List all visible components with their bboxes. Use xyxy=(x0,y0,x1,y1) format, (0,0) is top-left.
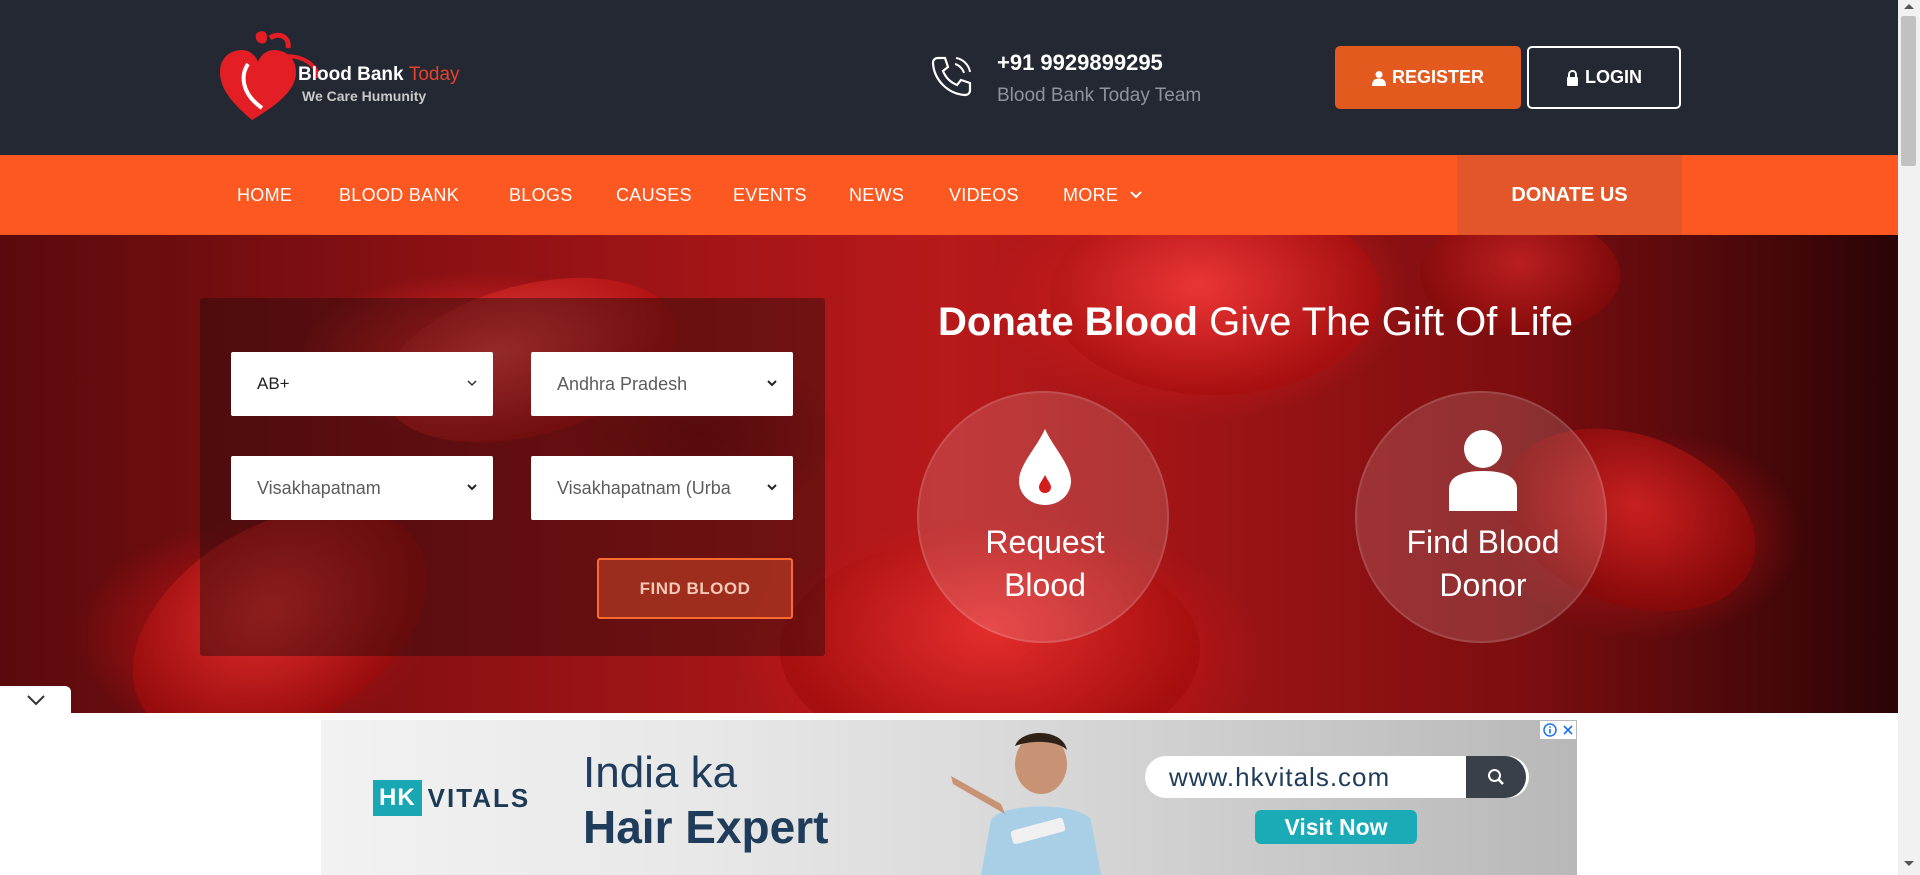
blood-drop-icon xyxy=(1019,429,1071,505)
find-donor-button[interactable]: Find Blood Donor xyxy=(1355,391,1607,643)
chevron-down-icon xyxy=(26,694,45,705)
ad-banner[interactable]: HK VITALS India ka Hair Expert www.hkvit… xyxy=(321,720,1577,875)
scroll-up-arrow-icon[interactable] xyxy=(1903,2,1915,10)
find-blood-button[interactable]: FIND BLOOD xyxy=(597,558,793,619)
nav-videos[interactable]: VIDEOS xyxy=(949,155,1019,235)
ad-visit-button[interactable]: Visit Now xyxy=(1255,810,1417,844)
hero-title: Donate Blood Give The Gift Of Life xyxy=(938,300,1573,344)
chevron-down-icon xyxy=(467,380,477,387)
ad-choices[interactable] xyxy=(1540,721,1576,739)
phone-icon xyxy=(930,54,974,98)
login-button[interactable]: LOGIN xyxy=(1527,46,1681,109)
info-icon[interactable] xyxy=(1542,723,1557,737)
chevron-down-icon xyxy=(1130,191,1142,199)
scrollbar-thumb[interactable] xyxy=(1901,16,1916,166)
nav-home[interactable]: HOME xyxy=(237,155,292,235)
nav-news[interactable]: NEWS xyxy=(849,155,904,235)
ad-search-button[interactable] xyxy=(1466,756,1526,798)
state-select[interactable]: Andhra Pradesh xyxy=(531,352,793,416)
city-value: Visakhapatnam (Urba xyxy=(557,477,731,498)
chevron-down-icon xyxy=(467,484,477,491)
city-select[interactable]: Visakhapatnam (Urba xyxy=(531,456,793,520)
register-button[interactable]: REGISTER xyxy=(1335,46,1521,109)
close-icon[interactable] xyxy=(1562,724,1574,736)
request-blood-label: Request Blood xyxy=(985,524,1105,603)
ad-tagline-1: India ka xyxy=(583,748,738,797)
user-icon xyxy=(1371,70,1386,86)
chevron-down-icon xyxy=(767,380,777,387)
logo-tagline: We Care Humunity xyxy=(302,88,427,104)
blood-group-value: AB+ xyxy=(257,374,290,393)
find-donor-label: Find Blood Donor xyxy=(1406,524,1560,603)
search-icon xyxy=(1488,769,1504,785)
scroll-down-arrow-icon[interactable] xyxy=(1903,860,1915,868)
nav-blogs[interactable]: BLOGS xyxy=(509,155,573,235)
request-blood-button[interactable]: Request Blood xyxy=(917,391,1169,643)
lock-icon xyxy=(1567,69,1578,86)
ad-person-image xyxy=(951,732,1101,875)
district-value: Visakhapatnam xyxy=(257,477,381,498)
logo-text: Blood Bank Today xyxy=(298,64,460,85)
nav-events[interactable]: EVENTS xyxy=(733,155,807,235)
nav-blood-bank[interactable]: BLOOD BANK xyxy=(339,155,459,235)
login-label: LOGIN xyxy=(1585,67,1642,87)
ad-brand-logo: HK VITALS xyxy=(373,780,530,816)
register-label: REGISTER xyxy=(1391,67,1484,87)
user-icon xyxy=(1449,430,1517,511)
district-select[interactable]: Visakhapatnam xyxy=(231,456,493,520)
state-value: Andhra Pradesh xyxy=(557,373,688,394)
ad-collapse-tab[interactable] xyxy=(0,686,71,713)
phone-team-label: Blood Bank Today Team xyxy=(997,85,1202,106)
blood-group-select[interactable]: AB+ xyxy=(231,352,493,416)
donate-us-button[interactable]: DONATE US xyxy=(1457,155,1682,235)
ad-tagline-2: Hair Expert xyxy=(583,801,829,853)
nav-causes[interactable]: CAUSES xyxy=(616,155,692,235)
nav-more[interactable]: MORE xyxy=(1063,155,1142,235)
phone-number[interactable]: +91 9929899295 xyxy=(997,50,1163,76)
chevron-down-icon xyxy=(767,484,777,491)
nav-more-label: MORE xyxy=(1063,185,1119,205)
